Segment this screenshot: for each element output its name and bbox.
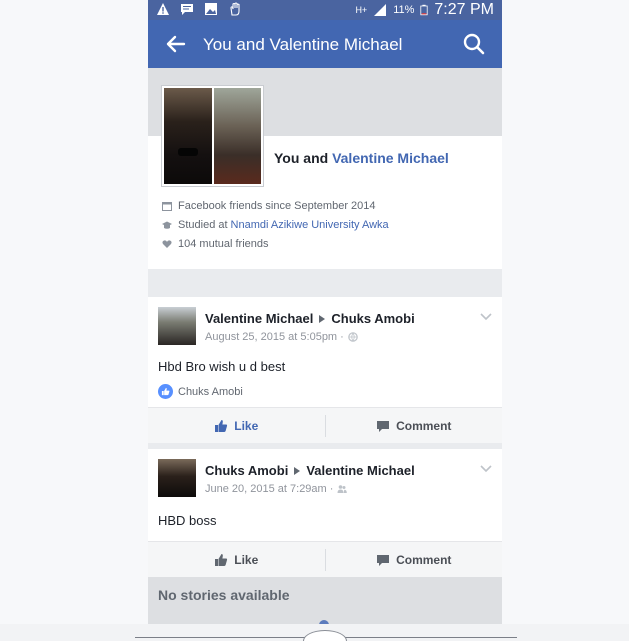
arrow-right-icon [294,466,301,475]
clock: 7:27 PM [434,1,494,18]
like-badge-icon [158,384,173,399]
comment-icon [377,420,390,432]
search-icon[interactable] [462,32,486,56]
comment-icon [377,554,390,566]
fact-friends-since: Facebook friends since September 2014 [162,196,389,215]
comment-label: Comment [396,418,452,433]
fact-education: Studied at Nnamdi Azikiwe University Awk… [162,215,389,234]
comment-label: Comment [396,552,452,567]
profile-photos[interactable] [162,86,263,186]
comment-button[interactable]: Comment [326,408,503,443]
signal-icon [374,4,387,16]
arrow-right-icon [319,314,326,323]
post-author[interactable]: Valentine Michael [205,311,313,326]
comment-button[interactable]: Comment [326,542,503,577]
post-target[interactable]: Chuks Amobi [331,311,414,326]
post-target[interactable]: Valentine Michael [306,463,414,478]
graduation-cap-icon [162,221,172,229]
arrow-left-icon[interactable] [164,33,186,55]
avatar[interactable] [158,459,196,497]
status-bar: H+ 11% 7:27 PM [148,0,502,20]
likers-text: Chuks Amobi [178,385,243,398]
network-type: H+ [355,4,368,15]
heart-icon [162,239,172,248]
friend-photo [213,88,261,184]
post-text: Hbd Bro wish u d best [158,359,286,374]
post-timestamp[interactable]: June 20, 2015 at 7:29am · [205,483,333,495]
calendar-icon [162,201,172,211]
avatar[interactable] [158,307,196,345]
post-meta: August 25, 2015 at 5:05pm · [205,331,358,343]
post-meta: June 20, 2015 at 7:29am · [205,483,348,495]
friends-icon [337,485,348,493]
chevron-down-icon[interactable] [480,465,492,473]
mutual-friends-text[interactable]: 104 mutual friends [178,238,269,250]
post-likes[interactable]: Chuks Amobi [158,384,243,399]
battery-percent: 11% [393,4,415,16]
like-label: Like [234,552,259,567]
message-icon [181,4,193,15]
friendship-facts: Facebook friends since September 2014 St… [162,196,389,253]
hand-icon [230,2,240,16]
post-card: Valentine Michael Chuks Amobi August 25,… [148,297,502,443]
image-icon [205,3,217,15]
globe-icon [348,332,358,342]
phone-screen: H+ 11% 7:27 PM You and Valentine Michael… [148,0,502,624]
system-nav-bar [0,624,629,641]
thumbs-up-icon [215,553,228,566]
post-timestamp[interactable]: August 25, 2015 at 5:05pm · [205,331,344,343]
post-header: Valentine Michael Chuks Amobi [205,311,415,326]
post-actions: Like Comment [148,541,502,577]
home-button-icon[interactable] [303,630,347,641]
battery-icon [420,4,429,16]
thumbs-up-icon [215,419,228,432]
fact-mutual-friends: 104 mutual friends [162,234,389,253]
no-stories-panel: No stories available [148,577,502,624]
friendship-names: You and Valentine Michael [274,150,449,166]
post-header: Chuks Amobi Valentine Michael [205,463,415,478]
friend-name-link[interactable]: Valentine Michael [332,150,449,166]
friends-since-text: Facebook friends since September 2014 [178,199,376,212]
app-bar: You and Valentine Michael [148,20,502,68]
like-label: Like [234,418,259,433]
like-button[interactable]: Like [148,542,325,577]
warning-icon [157,3,169,15]
post-actions: Like Comment [148,407,502,443]
post-author[interactable]: Chuks Amobi [205,463,288,478]
studied-prefix: Studied at [178,218,228,231]
post-text: HBD boss [158,513,217,528]
school-link[interactable]: Nnamdi Azikiwe University Awka [231,219,389,231]
screen: H+ 11% 7:27 PM You and Valentine Michael… [0,0,629,641]
chevron-down-icon[interactable] [480,313,492,321]
page-title: You and Valentine Michael [203,35,403,54]
no-stories-text: No stories available [158,587,290,603]
names-prefix: You and [274,150,329,166]
like-button[interactable]: Like [148,408,325,443]
user-photo [164,88,212,184]
